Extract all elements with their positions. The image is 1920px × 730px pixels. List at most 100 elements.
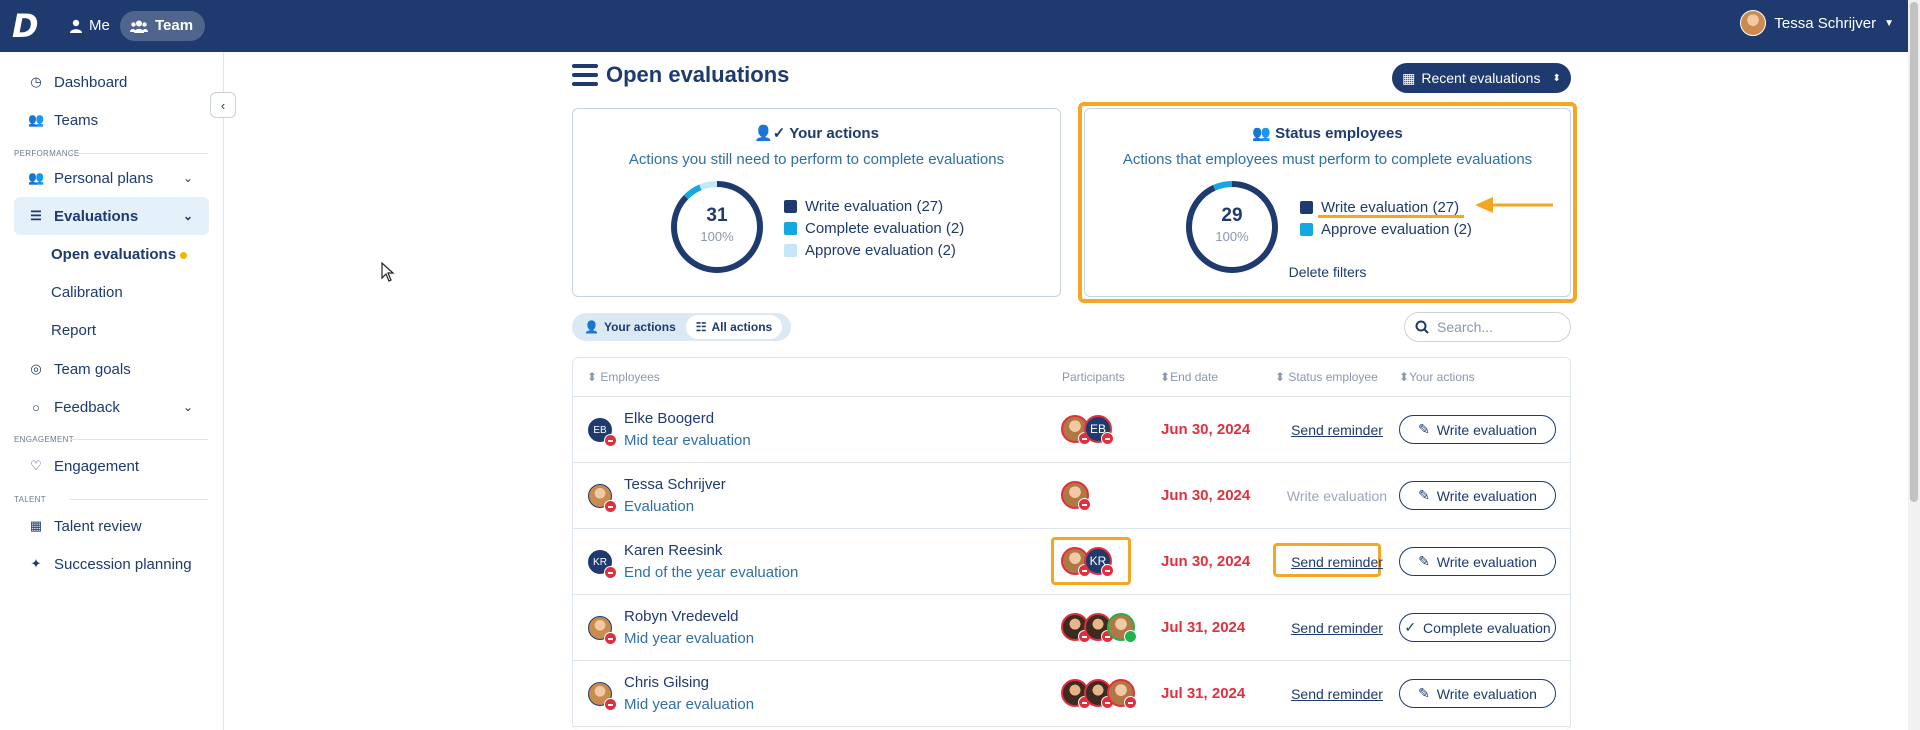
participants: KR <box>1061 547 1114 577</box>
send-reminder-link[interactable]: Send reminder <box>1283 686 1391 702</box>
toggle-all-actions[interactable]: ☷ All actions <box>685 315 783 339</box>
sidebar-item-label: Engagement <box>54 457 140 475</box>
section-label-engagement: ENGAGEMENT <box>14 435 74 444</box>
status-employees-legend: Write evaluation (27) Approve evaluation… <box>1300 196 1472 240</box>
write-evaluation-button[interactable]: ✎ Write evaluation <box>1399 415 1556 444</box>
participants <box>1061 679 1137 709</box>
sidebar-item-label: Talent review <box>54 517 142 535</box>
sidebar-item-feedback[interactable]: ○ Feedback ⌄ <box>14 388 209 426</box>
write-evaluation-button[interactable]: ✎ Write evaluation <box>1399 679 1556 708</box>
end-date: Jun 30, 2024 <box>1161 553 1251 570</box>
status-employees-donut[interactable]: 29 100% <box>1184 179 1280 275</box>
table-row[interactable]: KR Karen Reesink End of the year evaluat… <box>573 529 1570 595</box>
sidebar-item-talent-review[interactable]: ▦ Talent review <box>14 507 209 545</box>
your-actions-donut[interactable]: 31 100% <box>669 179 765 275</box>
end-date: Jun 30, 2024 <box>1161 421 1251 438</box>
participant-avatar[interactable]: EB <box>1084 415 1114 445</box>
team-icon: 👥 <box>28 170 45 185</box>
sidebar-item-dashboard[interactable]: ◷ Dashboard <box>14 63 209 101</box>
header-employees[interactable]: ⬍ Employees <box>587 370 660 384</box>
evaluation-name: Mid year evaluation <box>624 630 755 647</box>
scrollbar-thumb[interactable] <box>1910 2 1918 502</box>
header-label: Status employee <box>1288 370 1378 384</box>
toggle-label: All actions <box>711 320 773 334</box>
participants <box>1061 481 1091 511</box>
header-end-date[interactable]: ⬍End date <box>1160 370 1218 384</box>
employee-name[interactable]: Karen Reesink <box>624 542 722 559</box>
avatar <box>588 682 617 711</box>
sidebar-item-teams[interactable]: 👥 Teams <box>14 101 209 139</box>
toggle-your-actions[interactable]: 👤 Your actions <box>574 315 686 339</box>
sidebar-item-evaluations[interactable]: ☰ Evaluations ⌄ <box>14 197 209 235</box>
participant-avatar[interactable] <box>1107 679 1137 709</box>
sidebar-item-team-goals[interactable]: ◎ Team goals <box>14 350 209 388</box>
collapse-sidebar-button[interactable]: ‹ <box>210 92 236 118</box>
send-reminder-link[interactable]: Send reminder <box>1283 422 1391 438</box>
table-header: ⬍ Employees Participants ⬍End date ⬍ Sta… <box>573 358 1570 397</box>
app-logo[interactable]: D <box>12 8 44 44</box>
your-actions-title: 👤✓ Your actions <box>573 124 1060 142</box>
sidebar-item-label: Succession planning <box>54 555 192 573</box>
chevron-down-icon: ⌄ <box>182 400 193 414</box>
write-evaluation-button[interactable]: ✎ Write evaluation <box>1399 481 1556 510</box>
employee-name[interactable]: Chris Gilsing <box>624 674 709 691</box>
donut-segment-0[interactable] <box>1186 181 1278 273</box>
user-menu[interactable]: Tessa Schrijver ▼ <box>1740 10 1894 36</box>
table-row[interactable]: Tessa Schrijver Evaluation Jun 30, 2024 … <box>573 463 1570 529</box>
sidebar-item-report[interactable]: Report <box>51 316 96 346</box>
header-label: Your actions <box>1409 370 1475 384</box>
sidebar-item-calibration[interactable]: Calibration <box>51 278 123 308</box>
pencil-icon: ✎ <box>1418 553 1430 569</box>
legend-item-write[interactable]: Write evaluation (27) <box>784 195 964 217</box>
table-row[interactable]: Robyn Vredeveld Mid year evaluation Jul … <box>573 595 1570 661</box>
sidebar: ◷ Dashboard 👥 Teams PERFORMANCE 👥 Person… <box>0 52 224 730</box>
header-status-employee[interactable]: ⬍ Status employee <box>1275 370 1378 384</box>
write-evaluation-button[interactable]: ✎ Write evaluation <box>1399 547 1556 576</box>
search-box[interactable] <box>1404 312 1571 342</box>
legend-item-approve[interactable]: Approve evaluation (2) <box>1300 218 1472 240</box>
pencil-icon: ✎ <box>1418 487 1430 503</box>
table-row[interactable]: Chris Gilsing Mid year evaluation Jul 31… <box>573 661 1570 727</box>
minus-circle-icon <box>604 434 617 447</box>
sidebar-item-succession-planning[interactable]: ✦ Succession planning <box>14 545 209 583</box>
delete-filters-link[interactable]: Delete filters <box>1085 264 1570 280</box>
send-reminder-link[interactable]: Send reminder <box>1283 554 1391 570</box>
end-date: Jun 30, 2024 <box>1161 487 1251 504</box>
search-input[interactable] <box>1437 319 1557 335</box>
menu-icon[interactable] <box>572 64 598 86</box>
complete-evaluation-button[interactable]: ✓ Complete evaluation <box>1399 613 1556 642</box>
team-icon: 👥 <box>1252 125 1271 142</box>
your-actions-legend: Write evaluation (27) Complete evaluatio… <box>784 195 964 261</box>
participant-avatar[interactable] <box>1061 481 1091 511</box>
table-row[interactable]: EB Elke Boogerd Mid tear evaluation EB J… <box>573 397 1570 463</box>
section-divider <box>70 499 208 500</box>
nav-team-button[interactable]: Team <box>120 11 206 41</box>
recent-evaluations-dropdown[interactable]: ▦ Recent evaluations ⬍ <box>1392 63 1571 93</box>
employee-name[interactable]: Elke Boogerd <box>624 410 714 427</box>
actions-toggle[interactable]: 👤 Your actions ☷ All actions <box>572 313 791 341</box>
sidebar-item-personal-plans[interactable]: 👥 Personal plans ⌄ <box>14 159 209 197</box>
employee-name[interactable]: Robyn Vredeveld <box>624 608 739 625</box>
evaluation-name: Evaluation <box>624 498 695 515</box>
nav-me-label: Me <box>89 17 110 34</box>
page-scrollbar[interactable] <box>1908 0 1920 730</box>
card-title-text: Status employees <box>1275 125 1403 142</box>
sidebar-item-open-evaluations[interactable]: Open evaluations <box>51 240 188 270</box>
sidebar-item-engagement[interactable]: ♡ Engagement <box>14 447 209 485</box>
header-your-actions[interactable]: ⬍Your actions <box>1399 370 1475 384</box>
send-reminder-link[interactable]: Send reminder <box>1283 620 1391 636</box>
minus-circle-icon <box>604 632 617 645</box>
employee-name[interactable]: Tessa Schrijver <box>624 476 726 493</box>
mouse-cursor-icon <box>381 262 395 282</box>
card-title-text: Your actions <box>789 125 879 142</box>
donut-chart <box>671 181 763 273</box>
minus-circle-icon <box>1101 432 1114 445</box>
section-label-talent: TALENT <box>14 495 46 504</box>
nav-me-button[interactable]: Me <box>60 11 122 41</box>
participant-avatar[interactable] <box>1107 613 1137 643</box>
legend-item-complete[interactable]: Complete evaluation (2) <box>784 217 964 239</box>
legend-item-approve[interactable]: Approve evaluation (2) <box>784 239 964 261</box>
caret-down-icon: ▼ <box>1884 17 1894 29</box>
participant-avatar[interactable]: KR <box>1084 547 1114 577</box>
header-participants: Participants <box>1062 370 1125 384</box>
